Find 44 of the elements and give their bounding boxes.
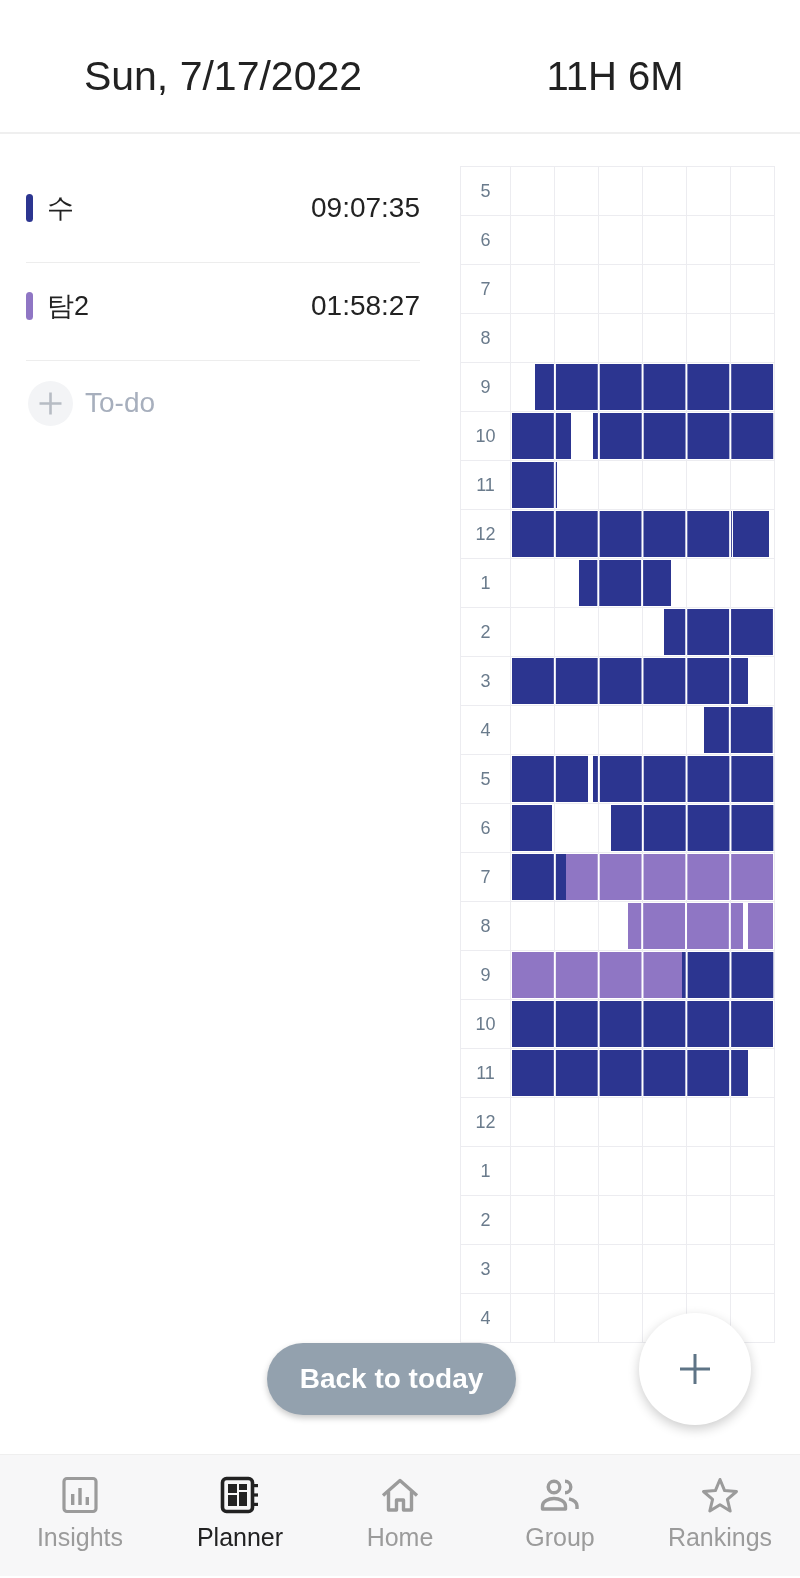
star-icon xyxy=(700,1476,740,1514)
plus-icon xyxy=(28,380,73,426)
hour-label: 4 xyxy=(480,719,491,741)
subject-name: 탐2 xyxy=(47,289,90,323)
hour-label: 11 xyxy=(476,1062,495,1084)
back-to-today-button[interactable]: Back to today xyxy=(267,1343,516,1415)
subject-time: 09:07:35 xyxy=(311,191,420,224)
hour-label: 5 xyxy=(480,180,491,202)
hour-label: 2 xyxy=(480,621,491,643)
nav-tab[interactable]: Rankings xyxy=(640,1455,800,1576)
hour-label: 2 xyxy=(480,1209,491,1231)
hour-label: 12 xyxy=(475,523,496,545)
plus-icon xyxy=(680,1354,710,1384)
notebook-icon xyxy=(220,1476,260,1514)
hour-label: 1 xyxy=(480,572,491,594)
nav-tab[interactable]: Insights xyxy=(0,1455,160,1576)
hour-label: 7 xyxy=(480,866,491,888)
hour-label: 12 xyxy=(475,1111,496,1133)
hour-label: 11 xyxy=(476,474,495,496)
hour-label: 10 xyxy=(475,1013,496,1035)
add-button[interactable] xyxy=(639,1313,751,1425)
hour-label: 6 xyxy=(480,817,491,839)
add-todo-button[interactable]: To-do xyxy=(28,361,156,445)
home-icon xyxy=(380,1476,420,1514)
bar-chart-icon xyxy=(60,1476,100,1514)
subject-name: 수 xyxy=(47,191,74,225)
hour-label: 8 xyxy=(480,327,491,349)
nav-tab[interactable]: Planner xyxy=(160,1455,320,1576)
hour-label: 10 xyxy=(475,425,496,447)
hour-label: 3 xyxy=(480,1258,491,1280)
subject-time: 01:58:27 xyxy=(311,289,420,322)
hour-label: 5 xyxy=(480,768,491,790)
nav-tab[interactable]: Group xyxy=(480,1455,640,1576)
hour-label: 3 xyxy=(480,670,491,692)
hour-label: 6 xyxy=(480,229,491,251)
hour-label: 4 xyxy=(480,1307,491,1329)
hour-label: 9 xyxy=(480,376,491,398)
hour-label: 8 xyxy=(480,915,491,937)
hour-label: 1 xyxy=(480,1160,491,1182)
hour-label: 7 xyxy=(480,278,491,300)
hour-label: 9 xyxy=(480,964,491,986)
total-study-time: 11H 6M xyxy=(546,53,684,99)
nav-tab[interactable]: Home xyxy=(320,1455,480,1576)
date-title: Sun, 7/17/2022 xyxy=(83,52,363,100)
